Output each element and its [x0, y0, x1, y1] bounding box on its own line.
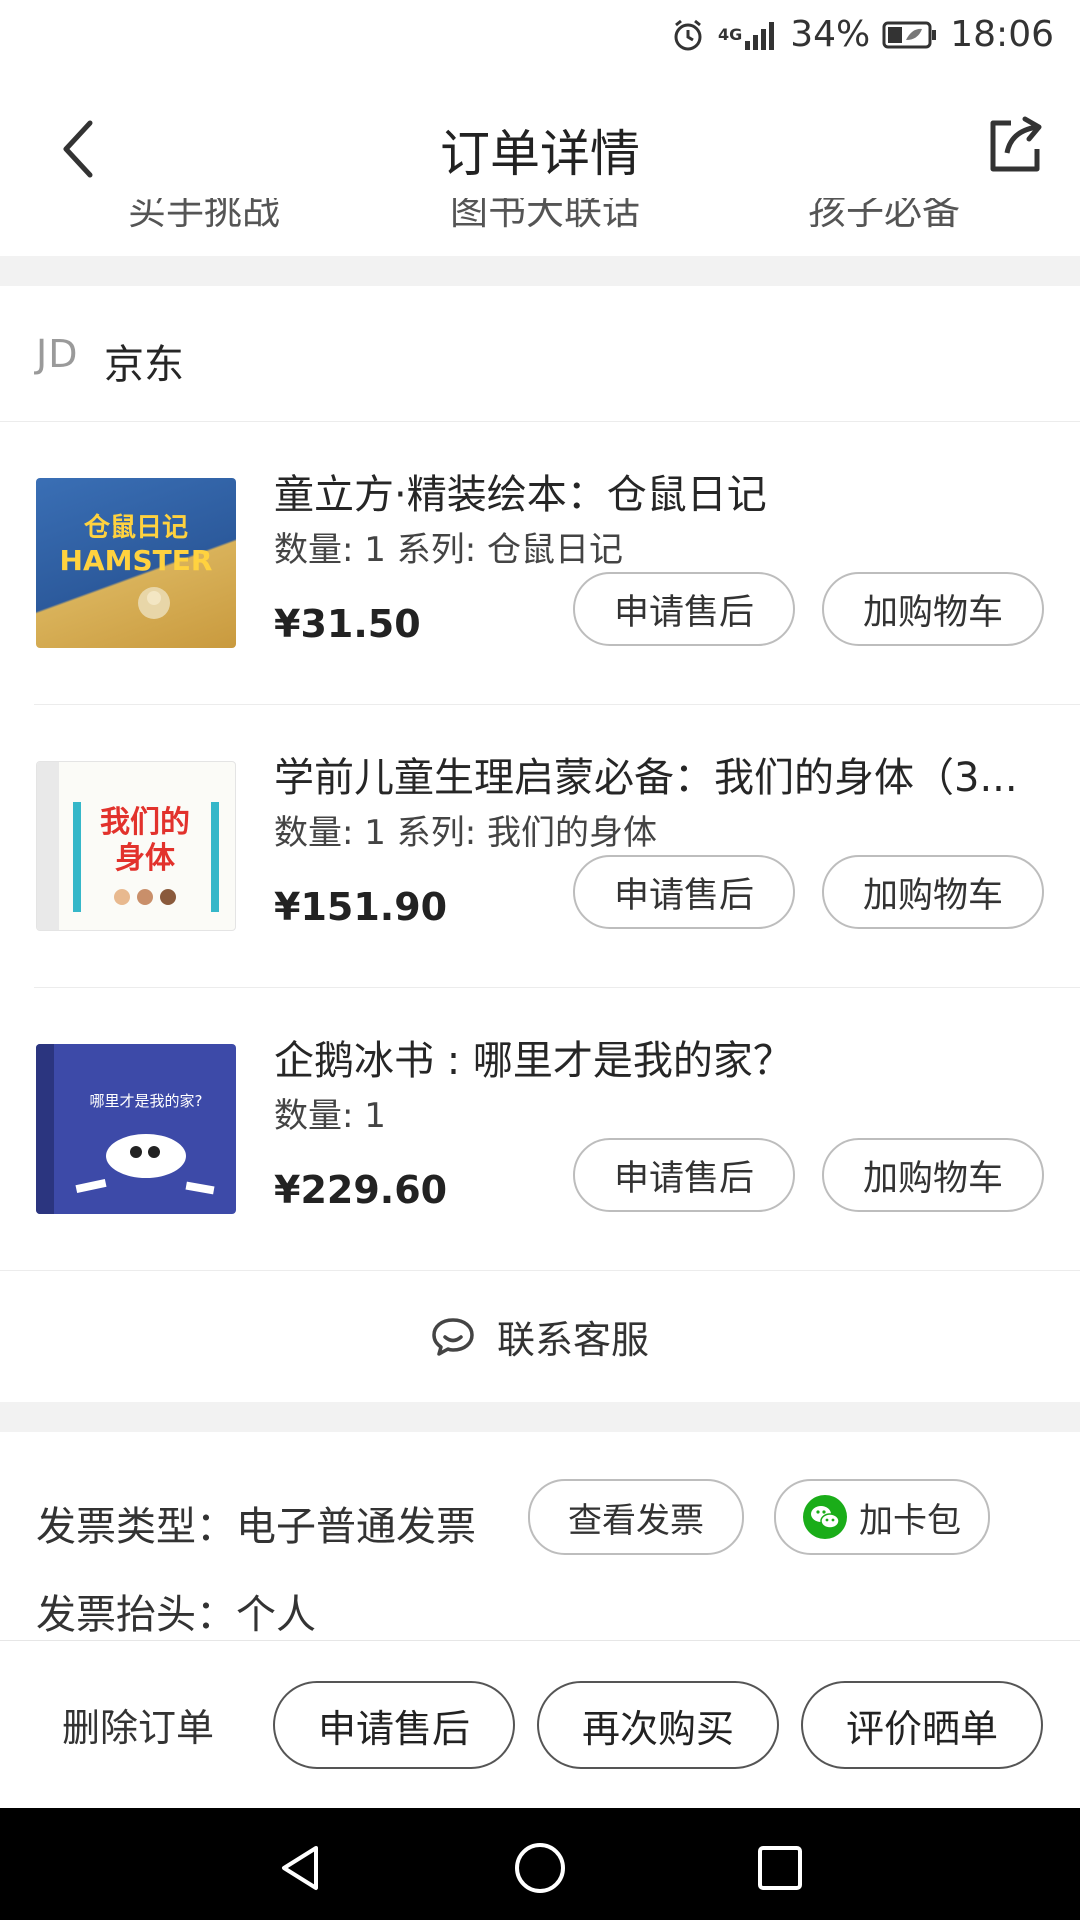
- book-cover-image[interactable]: 哪里才是我的家?: [36, 1044, 236, 1214]
- add-to-cart-button[interactable]: 加购物车: [822, 855, 1044, 929]
- view-invoice-button[interactable]: 查看发票: [528, 1479, 744, 1555]
- add-to-wallet-label: 加卡包: [859, 1500, 961, 1541]
- order-item[interactable]: 我们的 身体 学前儿童生理启蒙必备：我们的身体（3... 数量: 1 系列: 我…: [0, 705, 1080, 988]
- apply-aftersale-order-button[interactable]: 申请售后: [273, 1681, 515, 1769]
- shop-name: 京东: [104, 342, 184, 388]
- item-title[interactable]: 学前儿童生理启蒙必备：我们的身体（3...: [274, 745, 1044, 803]
- scrolled-tab-center: 图书大联话: [450, 198, 641, 233]
- triangle-back-icon: [282, 1846, 318, 1890]
- scrolled-tab-left: 买手挑战: [128, 198, 281, 233]
- section-gap: [0, 256, 1080, 286]
- circle-home-icon: [515, 1843, 565, 1893]
- scrolled-tabs: 买手挑战 图书大联话 孩子必备: [0, 198, 1080, 256]
- battery-icon: [882, 20, 938, 50]
- scrolled-tab-right: 孩子必备: [808, 198, 961, 233]
- apply-aftersale-button[interactable]: 申请售后: [573, 1138, 795, 1212]
- shop-header[interactable]: JD 京东: [0, 286, 1080, 422]
- system-recents-button[interactable]: [750, 1838, 810, 1898]
- item-meta: 数量: 1: [274, 1096, 386, 1136]
- system-back-button[interactable]: [270, 1838, 330, 1898]
- cover-title: 哪里才是我的家?: [90, 1092, 203, 1110]
- book-cover-image[interactable]: 仓鼠日记 HAMSTER: [36, 478, 236, 648]
- buy-again-button[interactable]: 再次购买: [537, 1681, 779, 1769]
- add-to-cart-button[interactable]: 加购物车: [822, 572, 1044, 646]
- item-title[interactable]: 企鹅冰书 : 哪里才是我的家？: [274, 1028, 1044, 1086]
- item-price: ¥31.50: [274, 602, 421, 646]
- apply-aftersale-button[interactable]: 申请售后: [573, 855, 795, 929]
- cover-title-line2: 身体: [115, 841, 176, 876]
- invoice-type-row: 发票类型：电子普通发票 查看发票 加卡包: [0, 1476, 1080, 1556]
- order-item[interactable]: 哪里才是我的家? 企鹅冰书 : 哪里才是我的家？ 数量: 1 ¥229.60 申…: [0, 988, 1080, 1271]
- cover-title-en: HAMSTER: [60, 544, 213, 577]
- signal-icon: 4G: [718, 19, 778, 51]
- invoice-title-row: 发票抬头：个人: [0, 1574, 1080, 1644]
- status-indicators: 4G 34% 18:06: [670, 14, 1054, 55]
- book-cover-image[interactable]: 我们的 身体: [36, 761, 236, 931]
- bottom-action-bar: 删除订单 申请售后 再次购买 评价晒单: [0, 1640, 1080, 1808]
- contact-label: 联系客服: [496, 1318, 649, 1362]
- section-gap: [0, 1402, 1080, 1432]
- shop-logo: JD: [36, 332, 79, 376]
- contact-customer-service-button[interactable]: 联系客服: [0, 1270, 1080, 1402]
- order-item[interactable]: 仓鼠日记 HAMSTER 童立方·精装绘本：仓鼠日记 数量: 1 系列: 仓鼠日…: [0, 422, 1080, 705]
- chat-bubble-icon: [432, 1317, 474, 1356]
- alarm-icon: [670, 17, 706, 53]
- add-to-cart-button[interactable]: 加购物车: [822, 1138, 1044, 1212]
- delete-order-button[interactable]: 删除订单: [62, 1697, 214, 1752]
- item-title[interactable]: 童立方·精装绘本：仓鼠日记: [274, 462, 1044, 520]
- cover-title-cn: 仓鼠日记: [83, 512, 188, 543]
- item-meta: 数量: 1 系列: 我们的身体: [274, 813, 657, 853]
- square-recents-icon: [758, 1846, 802, 1890]
- review-button[interactable]: 评价晒单: [801, 1681, 1043, 1769]
- clock: 18:06: [950, 14, 1054, 55]
- share-button[interactable]: [980, 110, 1050, 180]
- system-navigation-bar: [0, 1808, 1080, 1920]
- wechat-icon: [803, 1495, 847, 1539]
- item-price: ¥229.60: [274, 1168, 448, 1212]
- page-title: 订单详情: [440, 125, 640, 183]
- invoice-title: 发票抬头：个人: [36, 1592, 316, 1638]
- add-to-wallet-button[interactable]: 加卡包: [774, 1479, 990, 1555]
- item-price: ¥151.90: [274, 885, 448, 929]
- network-type: 4G: [717, 25, 743, 44]
- apply-aftersale-button[interactable]: 申请售后: [573, 572, 795, 646]
- share-icon: [990, 116, 1042, 172]
- battery-percent: 34%: [790, 14, 871, 55]
- status-bar: 4G 34% 18:06: [0, 0, 1080, 74]
- cover-title-line1: 我们的: [100, 805, 190, 840]
- invoice-type: 发票类型：电子普通发票: [36, 1504, 476, 1550]
- system-home-button[interactable]: [510, 1838, 570, 1898]
- item-meta: 数量: 1 系列: 仓鼠日记: [274, 530, 623, 570]
